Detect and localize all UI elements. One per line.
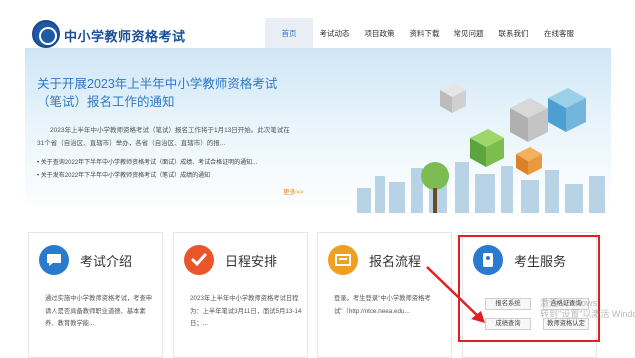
windows-activation-watermark: 激活 Windows 转到"设置"以激活 Windows。	[540, 298, 635, 319]
page: 中小学教师资格考试 首页 考试动态 项目政策 资料下载 常见问题 联系我们 在线…	[0, 0, 635, 358]
banner-intro: 2023年上半年中小学教师资格考试（笔试）报名工作将于1月13日开始。此次笔试在…	[37, 127, 290, 147]
main-nav: 首页 考试动态 项目政策 资料下载 常见问题 联系我们 在线客服	[265, 18, 582, 50]
speech-bubble-icon	[39, 245, 69, 275]
card-exam-intro[interactable]: 考试介绍 通过实施中小学教师资格考试，考查申请人是否具备教师职业道德、基本素养、…	[28, 232, 163, 358]
nav-item-contact[interactable]: 联系我们	[491, 18, 536, 50]
checkmark-icon	[184, 245, 214, 275]
nav-item-downloads[interactable]: 资料下载	[403, 18, 446, 50]
banner-title[interactable]: 关于开展2023年上半年中小学教师资格考试（笔试）报名工作的通知	[37, 75, 297, 111]
card-title: 考试介绍	[80, 254, 133, 269]
logo-icon[interactable]	[32, 20, 60, 48]
cubes-illustration	[440, 83, 586, 175]
card-desc: 2023年上半年中小学教师资格考试日程为：上半年笔试3月11日，面试5月13-1…	[190, 295, 302, 327]
nav-item-online-service[interactable]: 在线客服	[536, 18, 582, 50]
news-item-text[interactable]: 关于查询2022年下半年中小学教师资格考试（面试）成绩、考试合格证明的通知...	[41, 160, 257, 166]
nav-item-exam-news[interactable]: 考试动态	[313, 18, 356, 50]
card-schedule[interactable]: 日程安排 2023年上半年中小学教师资格考试日程为：上半年笔试3月11日，面试5…	[173, 232, 308, 358]
id-card-icon	[328, 245, 358, 275]
card-title: 报名流程	[369, 254, 422, 269]
nav-item-faq[interactable]: 常见问题	[446, 18, 491, 50]
news-item[interactable]: • 关于查询2022年下半年中小学教师资格考试（面试）成绩、考试合格证明的通知.…	[37, 157, 302, 170]
news-item-text[interactable]: 关于发布2022年下半年中小学教师资格考试（笔试）成绩的通知	[41, 173, 210, 179]
nav-item-home[interactable]: 首页	[265, 18, 313, 50]
news-item[interactable]: • 关于发布2022年下半年中小学教师资格考试（笔试）成绩的通知	[37, 170, 302, 183]
card-desc: 通过实施中小学教师资格考试，考查申请人是否具备教师职业道德、基本素养、教育教学能…	[45, 295, 153, 327]
site-title[interactable]: 中小学教师资格考试	[64, 26, 186, 45]
more-link[interactable]: 更多>>	[283, 186, 304, 196]
card-title: 日程安排	[225, 254, 278, 269]
nav-item-policy[interactable]: 项目政策	[356, 18, 403, 50]
annotation-arrow	[426, 266, 485, 323]
news-list: • 关于查询2022年下半年中小学教师资格考试（面试）成绩、考试合格证明的通知.…	[37, 157, 302, 183]
